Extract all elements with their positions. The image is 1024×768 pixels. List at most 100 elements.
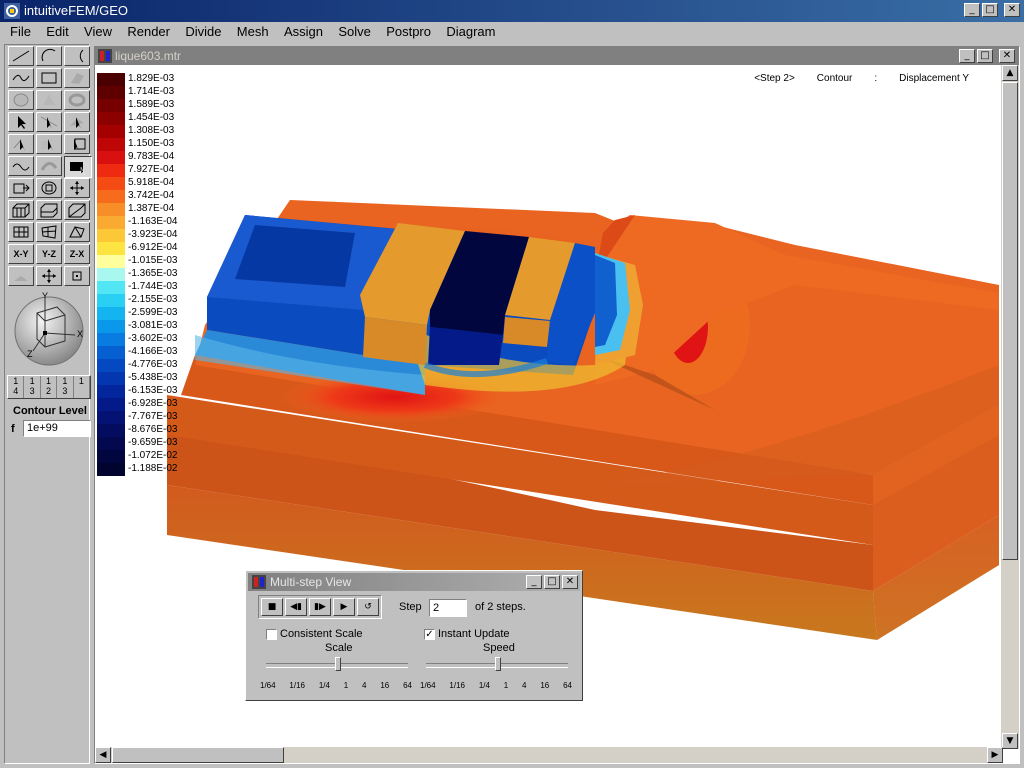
step-label: Step [399,601,422,613]
scroll-up-arrow-icon[interactable]: ▲ [1002,65,1018,81]
mesh-free-tool[interactable] [64,222,90,242]
vertical-scrollbar[interactable]: ▲ ▼ [1001,65,1019,749]
scroll-down-arrow-icon[interactable]: ▼ [1002,733,1018,749]
torus-tool[interactable] [64,90,90,110]
multistep-close-button[interactable]: ✕ [562,575,578,589]
menu-edit[interactable]: Edit [40,22,74,42]
arc2-tool[interactable] [64,46,90,66]
child-maximize-button[interactable]: □ [977,49,993,63]
select-edge-tool[interactable] [36,112,62,132]
select-solid-tool[interactable] [36,134,62,154]
menu-mesh[interactable]: Mesh [231,22,275,42]
vertical-scroll-thumb[interactable] [1002,82,1018,560]
spline-icon [12,74,30,82]
scroll-left-arrow-icon[interactable]: ◀ [95,747,111,763]
maximize-button[interactable]: □ [982,3,998,17]
ratio-tab[interactable]: 1 2 [41,376,58,398]
multistep-minimize-button[interactable]: _ [526,575,542,589]
extrude-tool[interactable] [8,178,34,198]
mesh-solid-tool[interactable] [8,200,34,220]
cone-tool[interactable] [36,90,62,110]
legend-label: -1.188E-02 [128,463,178,474]
move-tool[interactable] [64,178,90,198]
instant-update-checkbox[interactable]: ✓ [424,629,435,640]
legend-label: -3.923E-04 [128,229,178,240]
contour-level-label: Contour Level [13,405,87,417]
axis-y-label: Y [42,291,48,301]
horizontal-scroll-thumb[interactable] [112,747,284,763]
mesh-grid-tool[interactable] [8,222,34,242]
select-tool[interactable] [8,112,34,132]
child-minimize-button[interactable]: _ [959,49,975,63]
menu-postpro[interactable]: Postpro [380,22,437,42]
scale-slider-thumb[interactable] [335,657,341,671]
select-node-tool[interactable] [8,134,34,154]
contour-mode: Contour [816,73,853,84]
pan-button[interactable] [36,266,62,286]
view-xy-button[interactable]: X-Y [8,244,34,264]
menu-diagram[interactable]: Diagram [440,22,501,42]
menu-bar: File Edit View Render Divide Mesh Assign… [0,22,1024,42]
legend-label: 9.783E-04 [128,151,175,162]
minimize-button[interactable]: _ [964,3,980,17]
select-box-tool[interactable] [64,134,90,154]
loop-button[interactable]: ↺ [357,598,379,616]
ratio-tab[interactable]: 1 3 [57,376,74,398]
instant-update-label: Instant Update [438,628,510,640]
menu-file[interactable]: File [4,22,37,42]
legend-swatch [97,112,125,125]
mesh-layer-tool[interactable] [36,200,62,220]
ratio-tab[interactable]: 1 [74,376,91,398]
horizontal-scrollbar[interactable]: ◀ ▶ [95,747,1003,763]
view-iso-button[interactable] [8,266,34,286]
legend-label: -8.676E-03 [128,424,178,435]
child-close-button[interactable]: ✕ [999,49,1015,63]
step-input[interactable]: 2 [429,599,467,617]
step-ratio-tabs[interactable]: 1 4 1 3 1 2 1 3 1 [7,375,91,399]
step-back-button[interactable]: ◀▮ [285,598,307,616]
surface-tool[interactable] [64,68,90,88]
close-button[interactable]: ✕ [1004,3,1020,17]
mesh-wedge-tool[interactable] [64,200,90,220]
select-face-tool[interactable] [64,112,90,132]
legend-label: 1.829E-03 [128,73,175,84]
consistent-scale-label: Consistent Scale [280,628,363,640]
legend-swatch [97,424,125,437]
spline-tool[interactable] [8,68,34,88]
view-zx-button[interactable]: Z-X [64,244,90,264]
disk-tool[interactable] [8,90,34,110]
menu-divide[interactable]: Divide [179,22,227,42]
contour-quantity: Displacement Y [899,73,969,84]
step-forward-button[interactable]: ▮▶ [309,598,331,616]
speed-tick: 64 [563,681,572,690]
view-zx-label: Z-X [69,249,85,259]
speed-tick: 4 [522,681,527,690]
point-button[interactable] [64,266,90,286]
ratio-tab[interactable]: 1 4 [8,376,25,398]
consistent-scale-checkbox[interactable] [266,629,277,640]
fill-tool[interactable] [64,156,92,178]
arc-tool[interactable] [36,46,62,66]
speed-slider-thumb[interactable] [495,657,501,671]
line-tool[interactable] [8,46,34,66]
multistep-maximize-button[interactable]: □ [544,575,560,589]
ratio-tab[interactable]: 1 3 [24,376,41,398]
stop-button[interactable]: ■ [261,598,283,616]
menu-view[interactable]: View [78,22,118,42]
sweep-tool[interactable] [36,156,62,176]
mesh-wedge-icon [68,203,86,218]
rectangle-tool[interactable] [36,68,62,88]
view-orientation-cube[interactable]: Y X Z [9,291,89,369]
arrow-face-icon [70,117,84,129]
contour-level-input[interactable]: 1e+99 [23,420,91,437]
scroll-right-arrow-icon[interactable]: ▶ [987,747,1003,763]
revolve-tool[interactable] [36,178,62,198]
view-yz-button[interactable]: Y-Z [36,244,62,264]
multistep-title: Multi-step View [270,575,352,589]
menu-render[interactable]: Render [121,22,176,42]
menu-solve[interactable]: Solve [332,22,377,42]
play-button[interactable]: ▶ [333,598,355,616]
curve-tool[interactable] [8,156,34,176]
mesh-map-tool[interactable] [36,222,62,242]
menu-assign[interactable]: Assign [278,22,329,42]
